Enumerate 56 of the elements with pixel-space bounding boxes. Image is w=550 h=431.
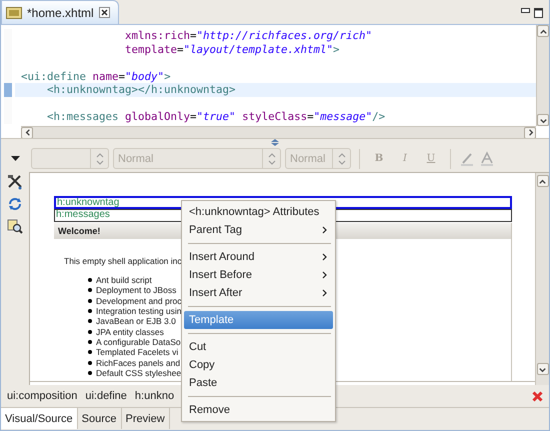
- list-item: Default CSS styleshee: [96, 368, 182, 378]
- menu-item[interactable]: Insert Before: [184, 266, 333, 284]
- bullet-icon: [88, 370, 92, 375]
- refresh-icon[interactable]: [7, 196, 23, 212]
- list-item: RichFaces panels and: [96, 358, 180, 368]
- close-icon[interactable]: [98, 7, 110, 18]
- vertical-scrollbar[interactable]: [535, 173, 549, 385]
- vertical-scrollbar[interactable]: [536, 25, 549, 126]
- bullet-icon: [88, 298, 92, 303]
- menu-item[interactable]: Cut: [184, 338, 333, 356]
- list-item: Deployment to JBoss: [96, 285, 176, 296]
- code-line: xmlns:rich="http://richfaces.org/rich": [124, 29, 374, 42]
- spinner-arrows-icon: [268, 152, 276, 164]
- breadcrumb-item[interactable]: h:unkno: [134, 390, 174, 402]
- tools-icon[interactable]: [7, 174, 23, 190]
- bullet-icon: [88, 278, 92, 282]
- list-item: Integration testing usin: [96, 306, 182, 316]
- preview-magnifier-icon[interactable]: [7, 218, 23, 234]
- file-icon: [6, 6, 22, 18]
- spinner-arrows-icon: [338, 152, 346, 164]
- editor-mode-tab[interactable]: Preview: [122, 408, 170, 429]
- code-line: <h:messages globalOnly="true" styleClass="message"/>: [46, 110, 386, 124]
- intro-text: This empty shell application inc: [64, 256, 182, 266]
- dropdown-caret-icon[interactable]: [10, 156, 20, 161]
- code-line: <ui:define name="body">: [20, 70, 172, 83]
- bullet-icon: [88, 350, 92, 354]
- editor-mode-tab[interactable]: Source: [78, 408, 122, 429]
- bullet-icon: [88, 360, 92, 365]
- bullet-icon: [88, 288, 92, 292]
- menu-item[interactable]: Copy: [184, 356, 333, 374]
- list-item: A configurable DataSo: [96, 336, 181, 347]
- bullet-icon: [88, 330, 92, 334]
- font-color-icon[interactable]: [479, 150, 495, 166]
- list-item: Ant build script: [96, 275, 152, 286]
- editor-mode-tab[interactable]: Visual/Source: [1, 408, 78, 429]
- breadcrumb-item[interactable]: ui:composition: [7, 390, 78, 402]
- list-item: JavaBean or EJB 3.0: [96, 316, 176, 326]
- list-item: Templated Facelets vi: [96, 347, 178, 358]
- list-item: Development and proc: [96, 296, 182, 306]
- menu-item[interactable]: Insert Around: [184, 248, 333, 266]
- bullet-icon: [88, 319, 92, 324]
- spinner-arrows-icon: [96, 152, 104, 164]
- minimize-icon[interactable]: [521, 8, 530, 14]
- menu-item[interactable]: Paste: [184, 374, 333, 392]
- editor-tab[interactable]: *home.xhtml: [1, 0, 119, 24]
- menu-item[interactable]: Insert After: [184, 284, 333, 302]
- bullet-icon: [88, 340, 92, 344]
- menu-item[interactable]: Parent Tag: [184, 221, 333, 239]
- maximize-icon[interactable]: [534, 8, 543, 18]
- splitter-arrows-icon[interactable]: [270, 138, 280, 146]
- code-line: template="layout/template.xhtml">: [124, 42, 341, 56]
- breadcrumb-item[interactable]: ui:define: [85, 390, 127, 402]
- menu-item[interactable]: Remove: [184, 401, 333, 419]
- list-item: JPA entity classes: [96, 326, 164, 337]
- horizontal-scrollbar[interactable]: [21, 126, 536, 138]
- bullet-icon: [88, 309, 92, 314]
